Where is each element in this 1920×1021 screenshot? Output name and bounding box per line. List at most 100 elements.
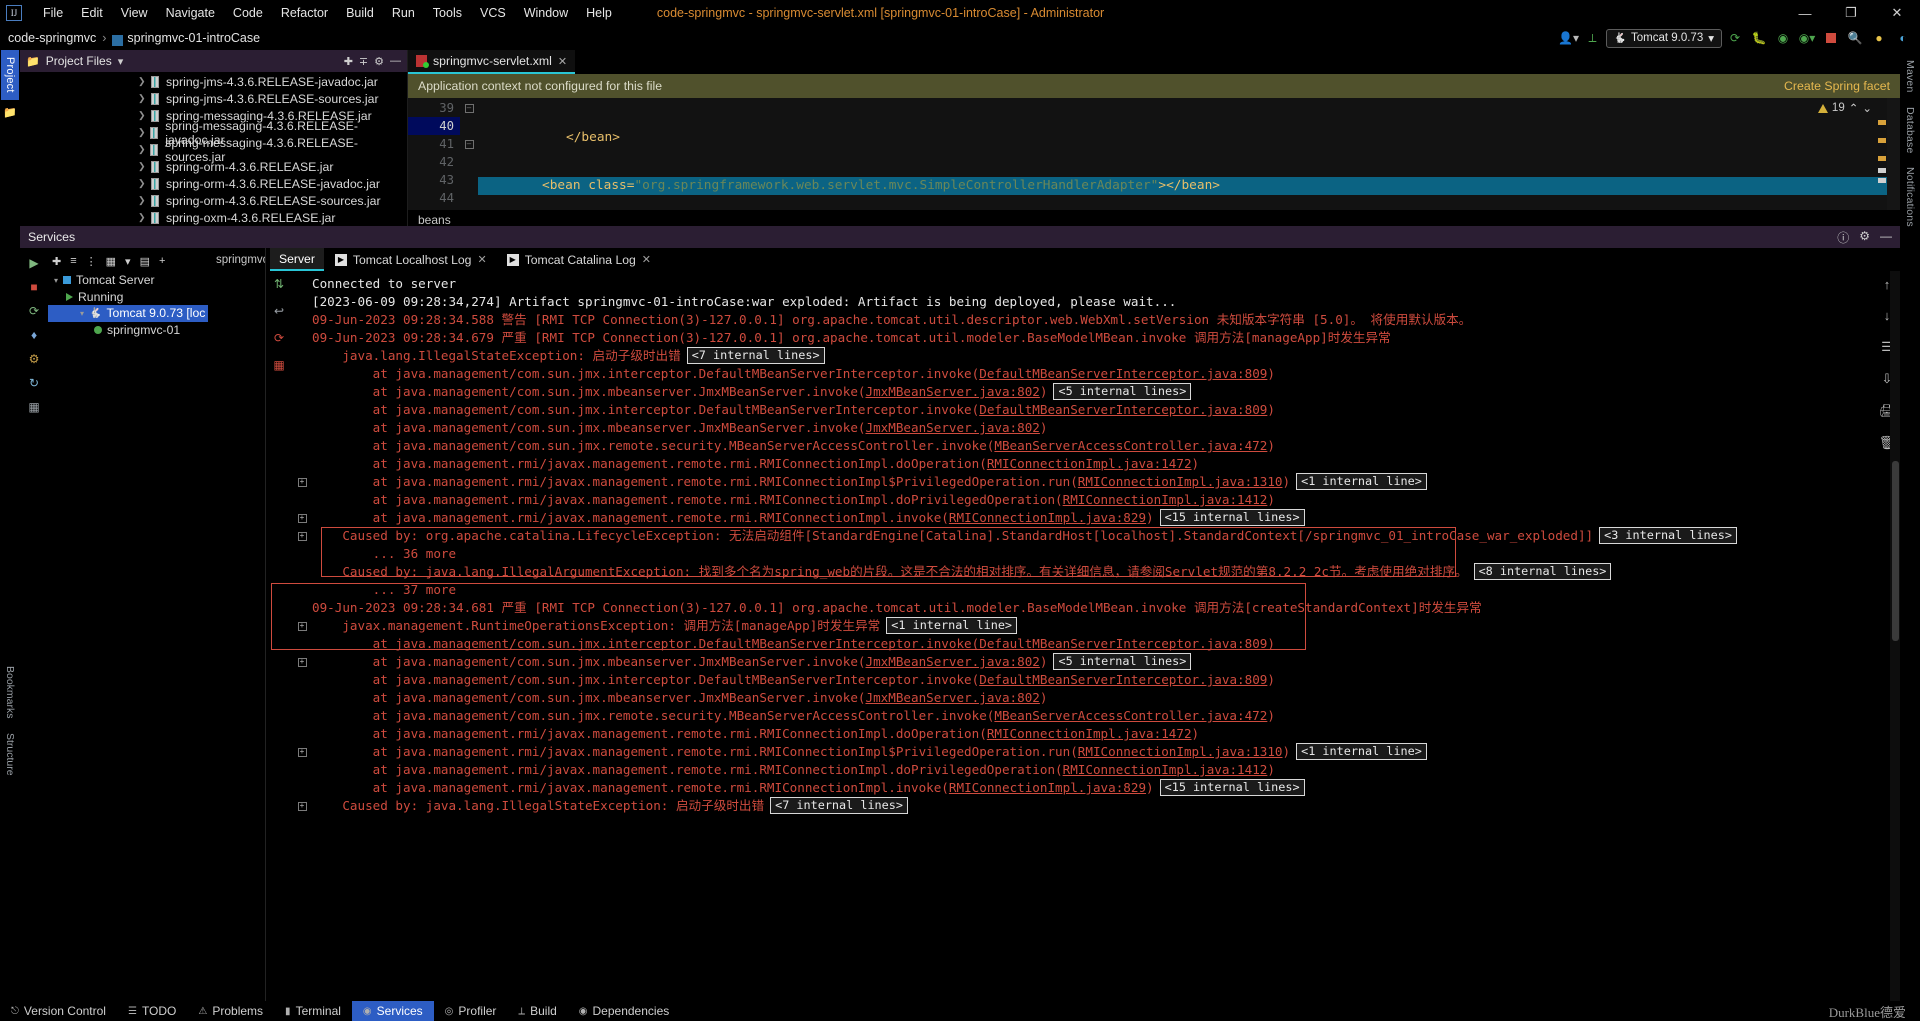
status-todo[interactable]: ☰ TODO xyxy=(117,1001,187,1021)
console-scrollbar[interactable] xyxy=(1890,271,1900,1005)
sidebar-item-bookmarks[interactable]: Bookmarks xyxy=(4,666,16,719)
hammer-icon[interactable]: ⟂ xyxy=(1582,28,1604,48)
fold-toggle-icon[interactable]: + xyxy=(292,617,312,635)
list-item[interactable]: ❯ spring-oxm-4.3.6.RELEASE.jar xyxy=(20,209,407,226)
debug-icon[interactable]: 🐛 xyxy=(1748,28,1770,48)
menu-tools[interactable]: Tools xyxy=(424,3,471,23)
chevron-right-icon[interactable]: ❯ xyxy=(138,144,150,155)
add-icon[interactable]: + xyxy=(159,255,165,267)
tab-server[interactable]: Server xyxy=(270,248,324,271)
code-line-39[interactable]: </bean> xyxy=(478,129,1900,147)
collapsed-frames-chip[interactable]: <5 internal lines> xyxy=(1053,383,1192,400)
side-tab-artifact[interactable]: springmvc-0 xyxy=(208,252,265,268)
rerun-icon[interactable]: ⟳ xyxy=(274,331,284,345)
chevron-right-icon[interactable]: ❯ xyxy=(138,127,150,138)
collapse-all-icon[interactable]: ∓ xyxy=(359,55,368,68)
chevron-right-icon[interactable]: ❯ xyxy=(138,161,151,172)
fold-start-icon[interactable]: – xyxy=(460,135,478,153)
chevron-up-icon[interactable]: ⌃ xyxy=(1849,101,1859,115)
editor-scrollbar[interactable] xyxy=(1887,98,1900,210)
sidebar-item-maven[interactable]: Maven xyxy=(1904,60,1916,93)
inspection-widget[interactable]: 19 ⌃ ⌄ xyxy=(1817,101,1872,115)
tree-item-tomcat-server[interactable]: ▾ Tomcat Server xyxy=(48,272,208,289)
status-terminal[interactable]: ▮ Terminal xyxy=(274,1001,352,1021)
services-tree[interactable]: ✚ ≡ ⋮ ▦ ▾ ▤ + ▾ Tomcat Server Running ▾ 🐇 T… xyxy=(48,248,208,1005)
status-version-control[interactable]: ⎋ Version Control xyxy=(0,1001,117,1021)
notification-icon[interactable]: ● xyxy=(1868,28,1890,48)
list-item[interactable]: ❯ spring-messaging-4.3.6.RELEASE-sources.… xyxy=(20,136,407,164)
stack-trace-link[interactable]: DefaultMBeanServerInterceptor.java:809 xyxy=(979,366,1267,381)
menu-build[interactable]: Build xyxy=(337,3,383,23)
stack-trace-link[interactable]: DefaultMBeanServerInterceptor.java:809 xyxy=(979,402,1267,417)
stop-icon[interactable]: ■ xyxy=(30,280,37,294)
filter-icon[interactable]: ♦ xyxy=(31,328,37,342)
list-item[interactable]: ❯ spring-jms-4.3.6.RELEASE-javadoc.jar xyxy=(20,73,407,90)
fold-toggle-icon[interactable]: + xyxy=(292,473,312,491)
status-problems[interactable]: ⚠ Problems xyxy=(187,1001,274,1021)
tree-item-running[interactable]: Running xyxy=(48,289,208,306)
sidebar-item-database[interactable]: Database xyxy=(1904,107,1916,154)
stack-trace-link[interactable]: RMIConnectionImpl.java:829 xyxy=(949,510,1146,525)
error-stripe-marks[interactable] xyxy=(1877,98,1887,210)
tab-springmvc-servlet-xml[interactable]: springmvc-servlet.xml ✕ xyxy=(408,50,576,74)
locate-icon[interactable]: ✚ xyxy=(344,55,353,68)
menu-code[interactable]: Code xyxy=(224,3,272,23)
tab-tomcat-localhost-log[interactable]: ▶ Tomcat Localhost Log ✕ xyxy=(326,248,496,271)
profile-icon[interactable]: ◉▾ xyxy=(1796,28,1818,48)
chevron-down-icon[interactable]: ▾ xyxy=(80,309,84,318)
folder-icon[interactable]: 📁 xyxy=(3,106,17,119)
stack-trace-link[interactable]: JmxMBeanServer.java:802 xyxy=(866,690,1040,705)
minimize-icon[interactable]: — xyxy=(1880,229,1892,246)
scroll-to-end-icon[interactable]: ⇅ xyxy=(274,277,284,291)
add-service-icon[interactable]: ✚ xyxy=(52,255,61,268)
list-item[interactable]: ❯ spring-jms-4.3.6.RELEASE-sources.jar xyxy=(20,90,407,107)
status-dependencies[interactable]: ◉ Dependencies xyxy=(568,1001,680,1021)
sidebar-item-project[interactable]: Project xyxy=(1,50,19,100)
stack-trace-link[interactable]: MBeanServerAccessController.java:472 xyxy=(994,708,1267,723)
run-icon[interactable]: ▶ xyxy=(29,256,38,270)
fold-end-icon[interactable]: – xyxy=(460,99,478,117)
minimize-button[interactable]: — xyxy=(1782,0,1828,26)
status-services[interactable]: ◉ Services xyxy=(351,1001,434,1021)
settings-icon[interactable]: ⚙ xyxy=(1859,229,1870,246)
list-item[interactable]: ❯ spring-orm-4.3.6.RELEASE-sources.jar xyxy=(20,192,407,209)
collapsed-frames-chip[interactable]: <1 internal line> xyxy=(886,617,1018,634)
chevron-right-icon[interactable]: ❯ xyxy=(138,212,151,223)
close-icon[interactable]: ✕ xyxy=(642,253,651,266)
expand-icon[interactable]: ≡ xyxy=(70,255,76,267)
console-output[interactable]: Connected to server [2023-06-09 09:28:34,… xyxy=(312,271,1874,1005)
close-icon[interactable]: ✕ xyxy=(558,55,567,68)
stack-trace-link[interactable]: RMIConnectionImpl.java:1472 xyxy=(987,726,1192,741)
run-icon[interactable]: ⟳ xyxy=(1724,28,1746,48)
chevron-right-icon[interactable]: ❯ xyxy=(138,93,151,104)
stop-icon[interactable] xyxy=(1820,28,1842,48)
fold-toggle-icon[interactable]: + xyxy=(292,527,312,545)
collapse-icon[interactable]: ⋮ xyxy=(86,255,97,268)
print-icon[interactable]: ▦ xyxy=(273,358,284,372)
menu-vcs[interactable]: VCS xyxy=(471,3,515,23)
tree-item-artifact[interactable]: springmvc-01 xyxy=(48,322,208,339)
stack-trace-link[interactable]: DefaultMBeanServerInterceptor.java:809 xyxy=(979,672,1267,687)
run-coverage-icon[interactable]: ◉ xyxy=(1772,28,1794,48)
fold-toggle-icon[interactable]: + xyxy=(292,653,312,671)
fold-gutter[interactable]: – – xyxy=(460,98,478,210)
chevron-right-icon[interactable]: ❯ xyxy=(138,178,151,189)
collapsed-frames-chip[interactable]: <15 internal lines> xyxy=(1159,779,1305,796)
close-button[interactable]: ✕ xyxy=(1874,0,1920,26)
search-icon[interactable]: 🔍 xyxy=(1844,28,1866,48)
collapsed-frames-chip[interactable]: <3 internal lines> xyxy=(1599,527,1737,544)
grid-icon[interactable]: ▦ xyxy=(28,400,39,414)
stack-trace-link[interactable]: JmxMBeanServer.java:802 xyxy=(866,420,1040,435)
chevron-right-icon[interactable]: ❯ xyxy=(138,195,151,206)
status-build[interactable]: ⟂ Build xyxy=(507,1001,567,1021)
stack-trace-link[interactable]: RMIConnectionImpl.java:829 xyxy=(949,780,1146,795)
chevron-right-icon[interactable]: ❯ xyxy=(138,76,151,87)
chevron-down-icon[interactable]: ▾ xyxy=(118,55,124,68)
fold-toggle-icon[interactable]: + xyxy=(292,797,312,815)
stack-trace-link[interactable]: MBeanServerAccessController.java:472 xyxy=(994,438,1267,453)
console-fold-gutter[interactable]: + + + + + + + xyxy=(292,271,312,1005)
collapsed-frames-chip[interactable]: <7 internal lines> xyxy=(770,797,908,814)
project-tree[interactable]: ❯ spring-jms-4.3.6.RELEASE-javadoc.jar ❯ s… xyxy=(20,72,407,229)
collapsed-frames-chip[interactable]: <7 internal lines> xyxy=(686,347,825,364)
chevron-down-icon[interactable]: ▾ xyxy=(54,276,58,285)
